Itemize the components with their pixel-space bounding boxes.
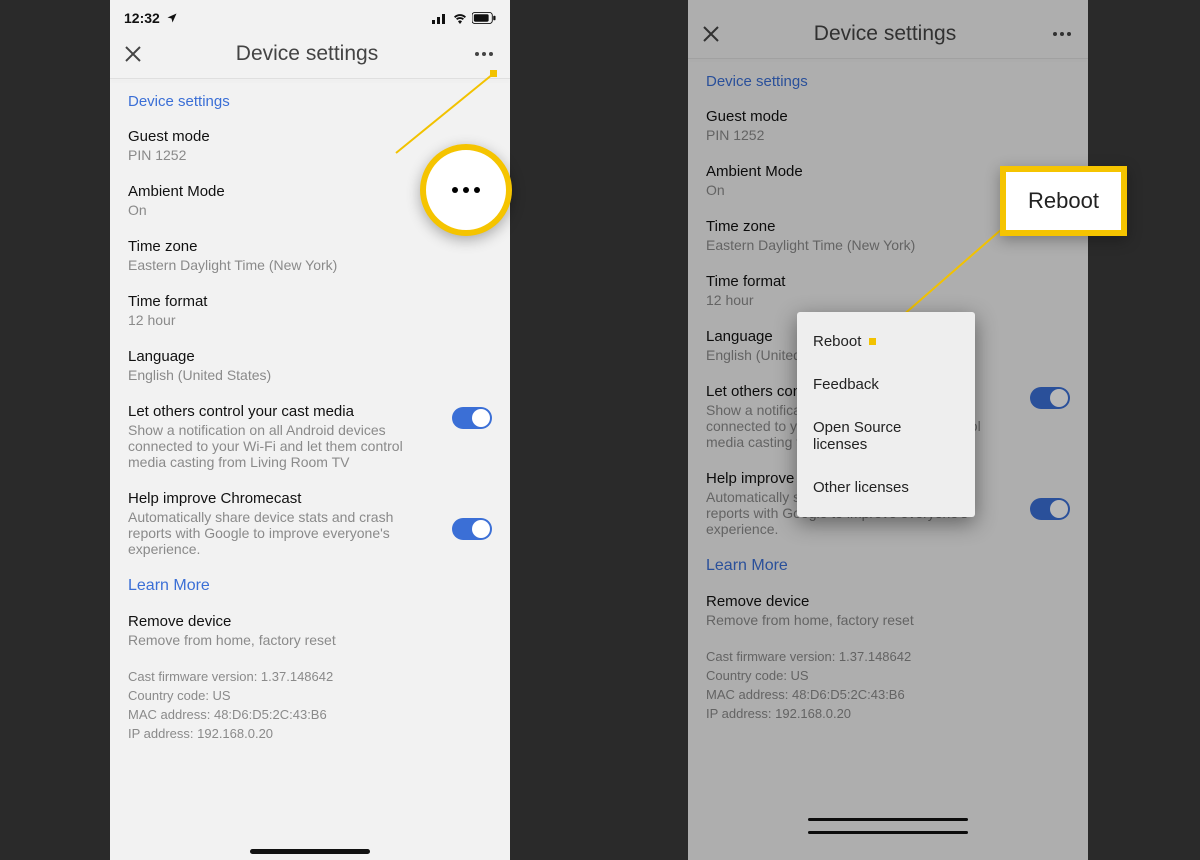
wifi-icon — [452, 12, 468, 24]
learn-more-link[interactable]: Learn More — [128, 577, 492, 595]
row-time-format[interactable]: Time format 12 hour — [706, 273, 1070, 308]
location-icon — [166, 12, 178, 24]
row-guest-mode[interactable]: Guest mode PIN 1252 — [706, 108, 1070, 143]
row-cast-control: Let others control your cast media Show … — [128, 403, 492, 470]
learn-more-link[interactable]: Learn More — [706, 557, 1070, 575]
device-info: Cast firmware version: 1.37.148642 Count… — [706, 648, 1070, 723]
row-time-zone[interactable]: Time zone Eastern Daylight Time (New Yor… — [128, 238, 492, 273]
device-info: Cast firmware version: 1.37.148642 Count… — [128, 668, 492, 743]
toggle-cast-control[interactable] — [1030, 387, 1070, 409]
menu-item-feedback[interactable]: Feedback — [797, 363, 975, 406]
home-indicator[interactable] — [250, 849, 370, 854]
app-header: Device settings — [688, 10, 1088, 58]
close-icon[interactable] — [124, 45, 142, 63]
row-help-improve: Help improve Chromecast Automatically sh… — [128, 490, 492, 557]
status-time: 12:32 — [124, 10, 160, 26]
firmware-version: Cast firmware version: 1.37.148642 — [706, 648, 1070, 667]
country-code: Country code: US — [128, 687, 492, 706]
ip-address: IP address: 192.168.0.20 — [706, 705, 1070, 724]
phone-screenshot-right: Device settings Device settings Guest mo… — [688, 0, 1088, 860]
overflow-menu: Reboot Feedback Open Source licenses Oth… — [797, 312, 975, 517]
menu-item-open-source-licenses[interactable]: Open Source licenses — [797, 406, 975, 466]
section-heading[interactable]: Device settings — [128, 93, 492, 110]
callout-more-icon — [420, 144, 512, 236]
menu-item-reboot[interactable]: Reboot — [797, 320, 975, 363]
mac-address: MAC address: 48:D6:D5:2C:43:B6 — [706, 686, 1070, 705]
ip-address: IP address: 192.168.0.20 — [128, 725, 492, 744]
phone-screenshot-left: 12:32 Device settings — [110, 0, 510, 860]
app-header: Device settings — [110, 30, 510, 78]
bottom-nav-indicator — [808, 818, 968, 834]
signal-icon — [432, 13, 448, 24]
battery-icon — [472, 12, 496, 24]
section-heading[interactable]: Device settings — [706, 73, 1070, 90]
toggle-help-improve[interactable] — [1030, 498, 1070, 520]
callout-reboot: Reboot — [1000, 166, 1127, 236]
more-icon[interactable] — [1050, 32, 1074, 36]
annotation-dot-icon — [869, 338, 876, 345]
more-icon[interactable] — [472, 52, 496, 56]
row-remove-device[interactable]: Remove device Remove from home, factory … — [128, 613, 492, 648]
page-title: Device settings — [720, 22, 1050, 46]
country-code: Country code: US — [706, 667, 1070, 686]
row-language[interactable]: Language English (United States) — [128, 348, 492, 383]
menu-item-other-licenses[interactable]: Other licenses — [797, 466, 975, 509]
row-remove-device[interactable]: Remove device Remove from home, factory … — [706, 593, 1070, 628]
close-icon[interactable] — [702, 25, 720, 43]
status-bar: 12:32 — [110, 0, 510, 30]
toggle-cast-control[interactable] — [452, 407, 492, 429]
more-icon — [452, 187, 480, 193]
toggle-help-improve[interactable] — [452, 518, 492, 540]
firmware-version: Cast firmware version: 1.37.148642 — [128, 668, 492, 687]
mac-address: MAC address: 48:D6:D5:2C:43:B6 — [128, 706, 492, 725]
row-time-format[interactable]: Time format 12 hour — [128, 293, 492, 328]
page-title: Device settings — [142, 42, 472, 66]
